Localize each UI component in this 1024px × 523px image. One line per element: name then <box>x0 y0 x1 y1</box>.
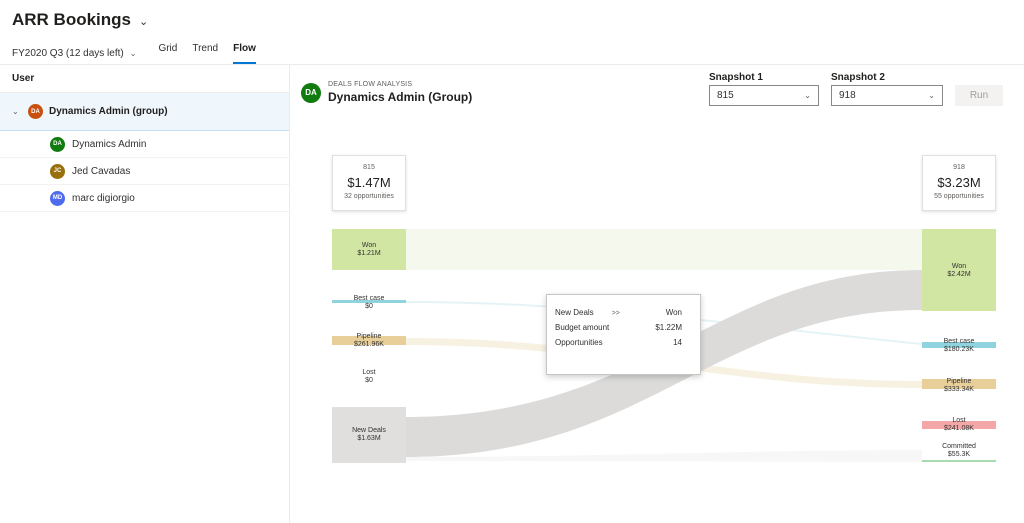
group-row-dynamics-admin[interactable]: ⌄ DA Dynamics Admin (group) <box>0 93 289 131</box>
app-title[interactable]: ARR Bookings ⌄ <box>12 10 148 30</box>
tooltip-budget-label: Budget amount <box>555 323 610 332</box>
tooltip-budget-value: $1.22M <box>655 323 682 332</box>
chevron-down-icon: ⌄ <box>129 48 137 58</box>
user-row-jed-cavadas[interactable]: JC Jed Cavadas <box>0 158 289 185</box>
summary-count: 32 opportunities <box>344 193 394 200</box>
node-right-pipeline-label: Pipeline $333.34K <box>944 378 974 393</box>
page-title: ARR Bookings <box>12 10 131 29</box>
user-row-dynamics-admin[interactable]: DA Dynamics Admin <box>0 131 289 158</box>
avatar: DA <box>50 136 65 152</box>
node-right-committed-label: Committed $55.3K <box>942 443 976 458</box>
summary-amount: $1.47M <box>347 175 391 190</box>
summary-snapshot: 815 <box>363 164 375 171</box>
avatar: DA <box>28 104 43 119</box>
node-right-bestcase-label: Best case $180.23K <box>943 338 975 353</box>
node-right-won-label: Won $2.42M <box>947 263 971 278</box>
chevron-down-icon[interactable]: ⌄ <box>12 107 28 116</box>
flow-tooltip: New Deals >> Won Budget amount $1.22M Opp… <box>546 294 701 375</box>
user-name: marc digiorgio <box>72 192 135 204</box>
tooltip-to: Won <box>665 308 682 317</box>
summary-snapshot: 918 <box>953 164 965 171</box>
flow-panel: DA DEALS FLOW ANALYSIS Dynamics Admin (G… <box>291 65 1024 523</box>
user-row-marc-digiorgio[interactable]: MD marc digiorgio <box>0 185 289 212</box>
node-left-won-label: Won $1.21M <box>357 242 381 257</box>
tooltip-opps-label: Opportunities <box>555 338 603 347</box>
node-right-lost-label: Lost $241.08K <box>944 417 974 432</box>
node-left-lost-label: Lost $0 <box>362 369 376 384</box>
flow-won-won[interactable] <box>406 229 922 270</box>
view-tabs: FY2020 Q3 (12 days left) ⌄ Grid Trend Fl… <box>12 43 271 64</box>
node-left-bestcase-label: Best case $0 <box>353 295 385 310</box>
avatar: MD <box>50 190 65 206</box>
double-arrow-icon: >> <box>611 310 620 317</box>
flow-newdeals-other[interactable] <box>406 450 922 462</box>
summary-card-left: 815 $1.47M 32 opportunities <box>332 155 406 211</box>
user-column-header: User <box>0 65 289 93</box>
user-name: Jed Cavadas <box>72 165 131 177</box>
summary-card-right: 918 $3.23M 55 opportunities <box>922 155 996 211</box>
summary-amount: $3.23M <box>937 175 981 190</box>
tooltip-opps-value: 14 <box>673 338 682 347</box>
user-panel: User ⌄ DA Dynamics Admin (group) DA Dyna… <box>0 65 290 523</box>
avatar: JC <box>50 163 65 179</box>
tooltip-from: New Deals <box>555 308 594 317</box>
period-selector[interactable]: FY2020 Q3 (12 days left) ⌄ <box>12 48 136 59</box>
tab-grid[interactable]: Grid <box>158 43 177 63</box>
user-name: Dynamics Admin <box>72 138 147 150</box>
group-name: Dynamics Admin (group) <box>49 106 168 117</box>
chevron-down-icon: ⌄ <box>139 15 149 28</box>
node-right-committed[interactable] <box>922 460 996 462</box>
tab-flow[interactable]: Flow <box>233 43 256 64</box>
tab-trend[interactable]: Trend <box>192 43 218 63</box>
node-left-pipeline-label: Pipeline $261.96K <box>354 333 384 348</box>
period-label: FY2020 Q3 (12 days left) <box>12 47 124 59</box>
summary-count: 55 opportunities <box>934 193 984 200</box>
node-left-newdeals-label: New Deals $1.63M <box>352 427 386 442</box>
